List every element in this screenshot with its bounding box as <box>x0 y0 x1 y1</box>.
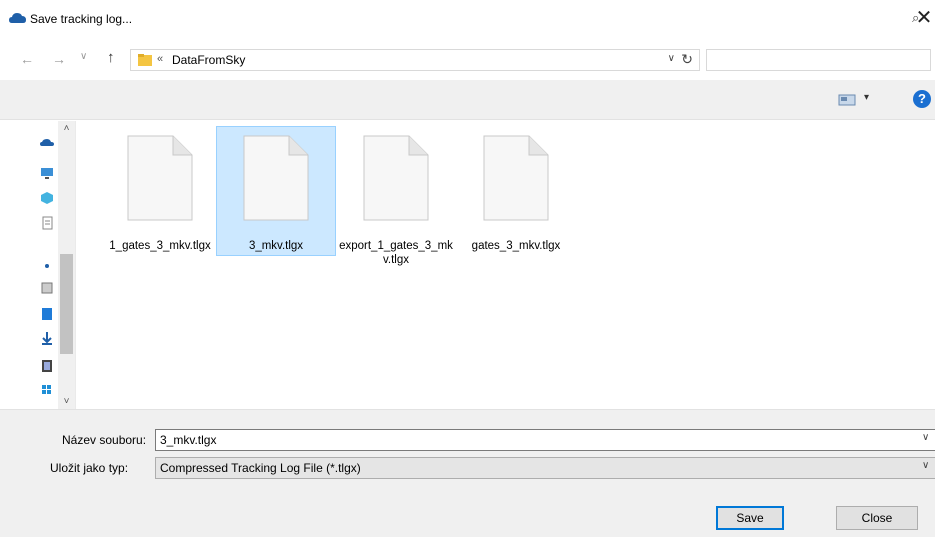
file-item[interactable]: export_1_gates_3_mkv.tlgx <box>336 126 456 266</box>
view-options-icon[interactable] <box>838 94 856 106</box>
view-dropdown-icon[interactable]: ▾ <box>864 92 869 103</box>
nav-pane-scrollbar[interactable]: ˄ ˅ <box>58 121 75 409</box>
scroll-thumb[interactable] <box>60 254 73 354</box>
toolbar: ▾ ? <box>0 80 935 120</box>
breadcrumb-current-folder[interactable]: DataFromSky <box>172 53 245 67</box>
address-bar[interactable]: « DataFromSky ∨ ↻ <box>130 49 700 71</box>
desktop-icon[interactable] <box>40 259 54 273</box>
music-icon[interactable] <box>40 307 54 321</box>
this-pc-icon[interactable] <box>40 166 54 180</box>
videos-icon[interactable] <box>40 359 54 373</box>
help-icon[interactable]: ? <box>913 90 931 108</box>
refresh-icon[interactable]: ↻ <box>681 51 693 68</box>
up-folder-button[interactable]: ↑ <box>107 49 115 66</box>
document-icon <box>483 135 549 221</box>
filename-label: Název souboru: <box>62 433 147 447</box>
dialog-footer: Název souboru: Uložit jako typ: Compress… <box>0 409 935 537</box>
file-item[interactable]: 3_mkv.tlgx <box>216 126 336 256</box>
back-button[interactable]: ← <box>20 51 34 67</box>
filetype-value: Compressed Tracking Log File (*.tlgx) <box>160 461 361 475</box>
download-arrow-icon[interactable] <box>40 331 54 345</box>
filetype-select[interactable]: Compressed Tracking Log File (*.tlgx) <box>155 457 935 479</box>
navigation-bar: ← → ∨ ↑ « DataFromSky ∨ ↻ <box>0 42 935 76</box>
title-bar: Save tracking log... ✕ <box>0 0 935 38</box>
scroll-up-icon[interactable]: ˄ <box>58 123 75 134</box>
file-name: export_1_gates_3_mkv.tlgx <box>339 240 453 266</box>
filename-input[interactable] <box>155 429 935 451</box>
search-icon[interactable]: ⌕ <box>912 10 919 26</box>
file-item[interactable]: gates_3_mkv.tlgx <box>456 126 576 256</box>
onedrive-icon[interactable] <box>40 136 54 150</box>
forward-button[interactable]: → <box>52 51 66 67</box>
cloud-icon <box>9 13 26 23</box>
scroll-down-icon[interactable]: ˅ <box>58 396 75 407</box>
breadcrumb-separator: « <box>157 53 164 65</box>
file-name: gates_3_mkv.tlgx <box>471 240 561 252</box>
file-name: 1_gates_3_mkv.tlgx <box>109 240 211 252</box>
close-button[interactable]: Close <box>836 506 918 530</box>
search-input[interactable] <box>706 49 931 71</box>
document-icon <box>127 135 193 221</box>
downloads-folder-icon[interactable] <box>40 281 54 295</box>
windows-drive-icon[interactable] <box>40 383 54 397</box>
window-title: Save tracking log... <box>30 12 133 26</box>
objects-3d-icon[interactable] <box>40 191 54 205</box>
document-icon <box>363 135 429 221</box>
file-name: 3_mkv.tlgx <box>248 240 304 252</box>
address-dropdown-icon[interactable]: ∨ <box>668 53 675 64</box>
document-icon <box>243 135 309 221</box>
recent-locations-dropdown[interactable]: ∨ <box>80 51 87 62</box>
file-list: 1_gates_3_mkv.tlgx 3_mkv.tlgx export_1_g… <box>76 121 935 409</box>
file-item[interactable]: 1_gates_3_mkv.tlgx <box>100 126 220 256</box>
filename-dropdown-icon[interactable]: ∨ <box>922 432 929 443</box>
save-button[interactable]: Save <box>716 506 784 530</box>
filetype-dropdown-icon[interactable]: ∨ <box>922 460 929 471</box>
navigation-pane <box>0 121 58 409</box>
documents-icon[interactable] <box>40 216 54 230</box>
folder-icon <box>138 54 152 66</box>
filetype-label: Uložit jako typ: <box>50 461 129 475</box>
